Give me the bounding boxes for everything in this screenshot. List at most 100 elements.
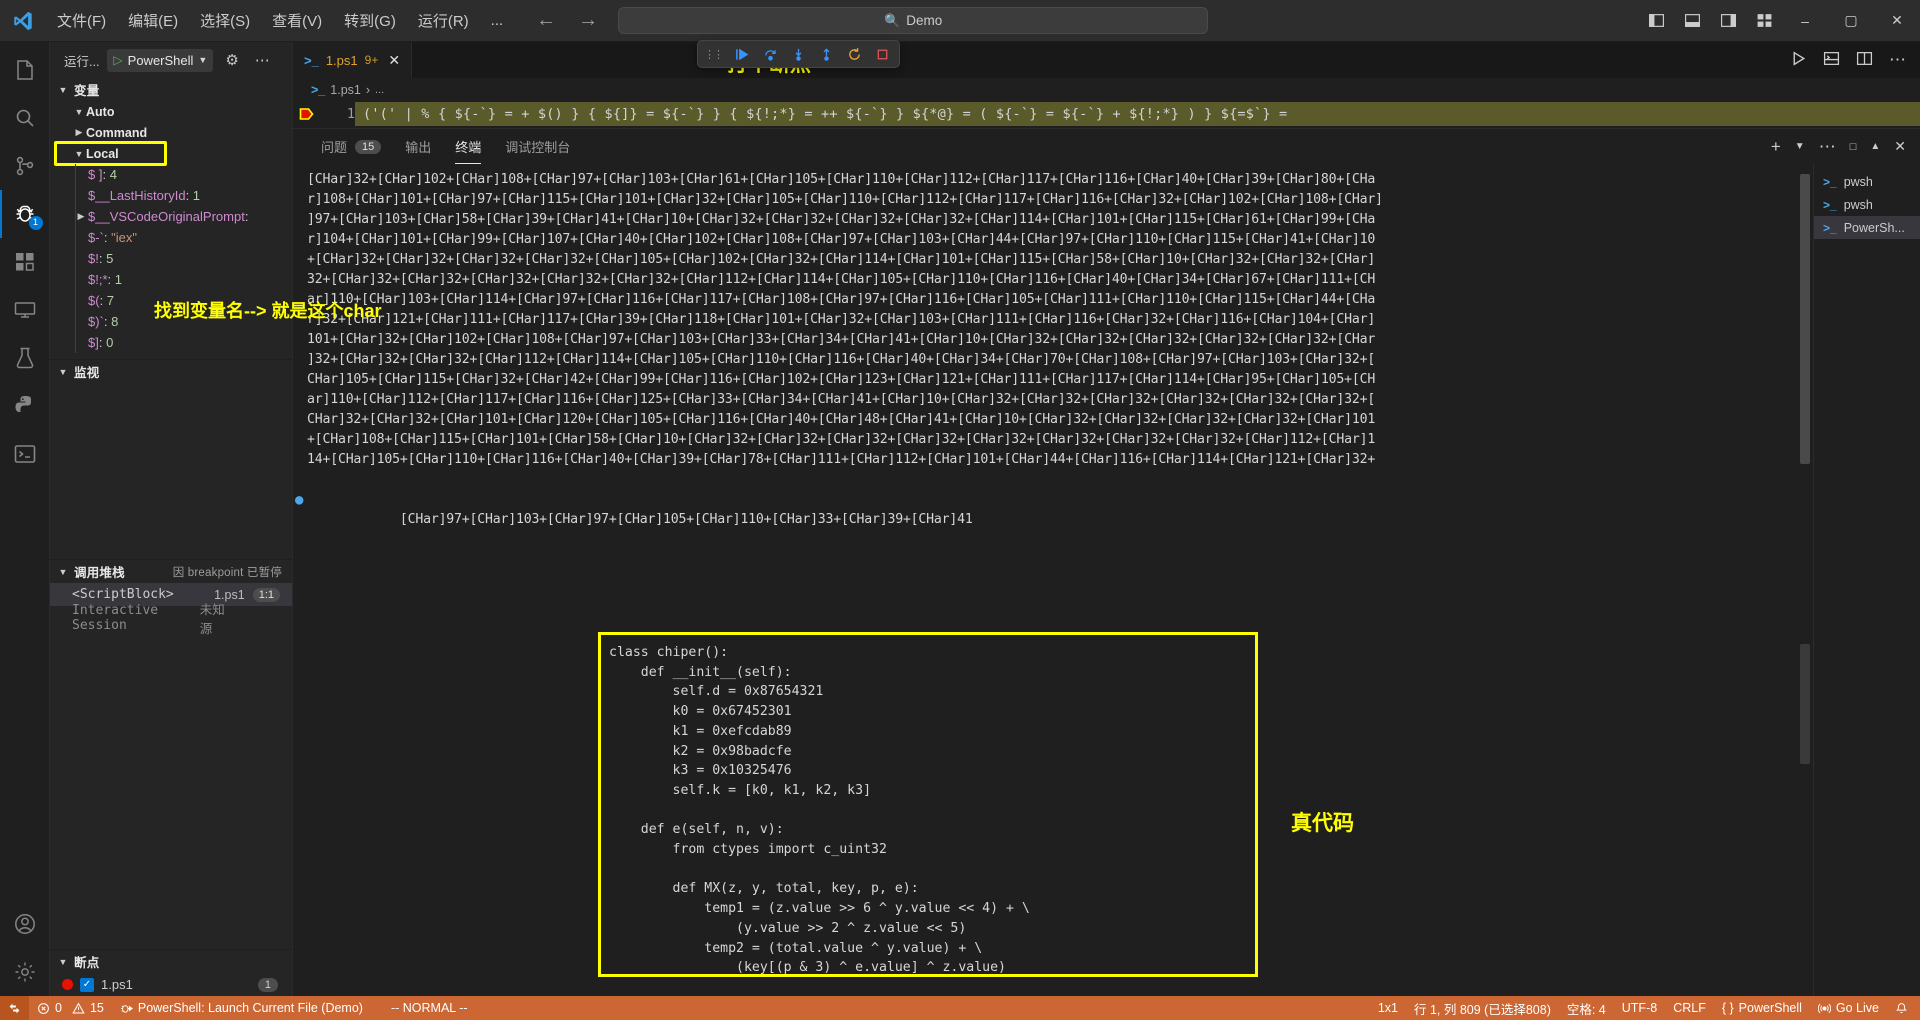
remote-indicator-icon[interactable] (0, 996, 29, 1020)
variable-row[interactable]: $!: 5 (50, 248, 292, 269)
status-language-mode[interactable]: { } PowerShell (1714, 996, 1810, 1020)
variable-row[interactable]: $__LastHistoryId: 1 (50, 185, 292, 206)
activity-testing[interactable] (0, 334, 50, 382)
activity-remote-explorer[interactable] (0, 286, 50, 334)
debug-config-selector[interactable]: ▷ PowerShell ▼ (107, 48, 214, 72)
debug-restart-button[interactable] (841, 41, 867, 67)
status-encoding[interactable]: UTF-8 (1614, 996, 1665, 1020)
menu-selection[interactable]: 选择(S) (189, 5, 261, 36)
more-actions-icon[interactable]: ⋯ (1889, 51, 1906, 68)
command-center[interactable]: 🔍 Demo (618, 7, 1209, 34)
back-arrow-icon[interactable]: ← (536, 9, 556, 32)
panel-tab-debug-console[interactable]: 调试控制台 (493, 129, 582, 164)
window-minimize-button[interactable]: – (1782, 0, 1828, 42)
scope-local[interactable]: ▼ Local (50, 141, 292, 166)
close-panel-icon[interactable]: ✕ (1894, 138, 1906, 155)
bell-icon (1896, 1002, 1907, 1013)
frame-file: 未知源 (199, 602, 225, 636)
status-launch-config[interactable]: PowerShell: Launch Current File (Demo) (112, 996, 371, 1020)
debug-toolbar[interactable]: ⋮⋮ (697, 40, 900, 68)
menu-more[interactable]: ... (480, 7, 515, 34)
customize-layout-icon[interactable] (1746, 0, 1782, 42)
status-go-live[interactable]: Go Live (1810, 996, 1887, 1020)
panel-tab-problems[interactable]: 问题 15 (309, 129, 393, 164)
terminal-scrollbar-secondary[interactable] (1800, 644, 1810, 764)
play-icon[interactable]: ▷ (113, 53, 122, 67)
scope-command[interactable]: ▶ Command (50, 122, 292, 143)
editor-code-line[interactable]: ('(' | % { ${-`} = + $() } { ${]} = ${-`… (355, 102, 1920, 126)
menu-edit[interactable]: 编辑(E) (117, 5, 189, 36)
status-grid-size[interactable]: 1x1 (1370, 996, 1406, 1020)
add-terminal-icon[interactable]: + (1771, 137, 1781, 157)
gear-icon[interactable]: ⚙ (221, 51, 242, 69)
debug-step-out-button[interactable] (813, 41, 839, 67)
activity-explorer[interactable] (0, 46, 50, 94)
window-maximize-button[interactable]: ▢ (1828, 0, 1874, 42)
window-close-button[interactable]: ✕ (1874, 0, 1920, 42)
menu-view[interactable]: 查看(V) (261, 5, 333, 36)
variable-row[interactable]: ▶ $__VSCodeOriginalPrompt: (50, 206, 292, 227)
breadcrumb-rest[interactable]: ... (375, 84, 384, 96)
activity-source-control[interactable] (0, 142, 50, 190)
debug-step-over-button[interactable] (757, 41, 783, 67)
status-cursor-position[interactable]: 行 1, 列 809 (已选择808) (1406, 996, 1559, 1020)
terminal-output-area[interactable]: [CHar]32+[CHar]102+[CHar]108+[CHar]97+[C… (293, 164, 1813, 996)
debug-continue-button[interactable] (729, 41, 755, 67)
menu-run[interactable]: 运行(R) (407, 5, 480, 36)
chevron-down-icon[interactable]: ▼ (198, 55, 207, 65)
debug-step-into-button[interactable] (785, 41, 811, 67)
panel-tab-output[interactable]: 输出 (393, 129, 443, 164)
activity-terminal[interactable] (0, 430, 50, 478)
breakpoint-arrow-icon[interactable] (293, 102, 321, 126)
terminal-list-item[interactable]: >_ PowerSh... (1814, 216, 1920, 239)
more-actions-icon[interactable]: ⋯ (251, 51, 274, 69)
maximize-panel-icon[interactable]: □ (1850, 141, 1857, 153)
variable-row[interactable]: $ ]: 4 (50, 164, 292, 185)
variables-section-header[interactable]: ▼ 变量 (50, 78, 292, 101)
scope-auto[interactable]: ▼ Auto (50, 101, 292, 122)
debug-stop-button[interactable] (869, 41, 895, 67)
toggle-panel-icon[interactable] (1674, 0, 1710, 42)
variable-row[interactable]: $!;*: 1 (50, 269, 292, 290)
split-terminal-icon[interactable] (1823, 50, 1840, 71)
chevron-right-icon[interactable]: ▶ (74, 211, 88, 222)
variable-row[interactable]: $-`: "iex" (50, 227, 292, 248)
close-icon[interactable]: ✕ (388, 52, 400, 69)
status-problems[interactable]: 0 15 (29, 996, 112, 1020)
activity-search[interactable] (0, 94, 50, 142)
activity-python[interactable] (0, 382, 50, 430)
terminal-list-item[interactable]: >_ pwsh (1814, 193, 1920, 216)
activity-accounts[interactable] (0, 900, 50, 948)
status-indentation[interactable]: 空格: 4 (1559, 996, 1614, 1020)
more-actions-icon[interactable]: ⋯ (1819, 138, 1836, 155)
terminal-list-item[interactable]: >_ pwsh (1814, 170, 1920, 193)
status-eol[interactable]: CRLF (1665, 996, 1714, 1020)
breakpoints-section-header[interactable]: ▼ 断点 (50, 950, 292, 973)
breadcrumb-separator: › (365, 83, 371, 97)
drag-handle-icon[interactable]: ⋮⋮ (702, 48, 727, 61)
chevron-down-icon[interactable]: ▼ (1795, 141, 1805, 152)
activity-run-and-debug[interactable]: 1 (0, 190, 50, 238)
breakpoint-checkbox[interactable]: ✓ (80, 977, 94, 992)
menu-go[interactable]: 转到(G) (333, 5, 407, 36)
chevron-up-icon[interactable]: ▲ (1870, 141, 1880, 152)
variables-title: 变量 (74, 84, 100, 98)
run-icon[interactable] (1790, 50, 1807, 71)
toggle-primary-sidebar-icon[interactable] (1638, 0, 1674, 42)
watch-section-header[interactable]: ▼ 监视 (50, 360, 292, 383)
breakpoint-row[interactable]: ✓ 1.ps1 1 (50, 973, 292, 996)
variable-row[interactable]: $]: 0 (50, 332, 292, 353)
toggle-secondary-sidebar-icon[interactable] (1710, 0, 1746, 42)
status-notifications[interactable] (1887, 996, 1920, 1020)
callstack-frame[interactable]: Interactive Session 未知源 (50, 603, 292, 636)
panel-tab-terminal[interactable]: 终端 (443, 129, 493, 164)
activity-extensions[interactable] (0, 238, 50, 286)
split-editor-icon[interactable] (1856, 50, 1873, 71)
terminal-scrollbar[interactable] (1800, 174, 1810, 464)
editor-tab-1ps1[interactable]: >_ 1.ps1 9+ ✕ (293, 42, 413, 78)
activity-settings-gear-icon[interactable] (0, 948, 50, 996)
menu-file[interactable]: 文件(F) (46, 5, 117, 36)
forward-arrow-icon[interactable]: → (578, 9, 598, 32)
callstack-section-header[interactable]: ▼ 调用堆栈 因 breakpoint 已暂停 (50, 560, 292, 583)
breadcrumb-file[interactable]: 1.ps1 (330, 83, 361, 97)
